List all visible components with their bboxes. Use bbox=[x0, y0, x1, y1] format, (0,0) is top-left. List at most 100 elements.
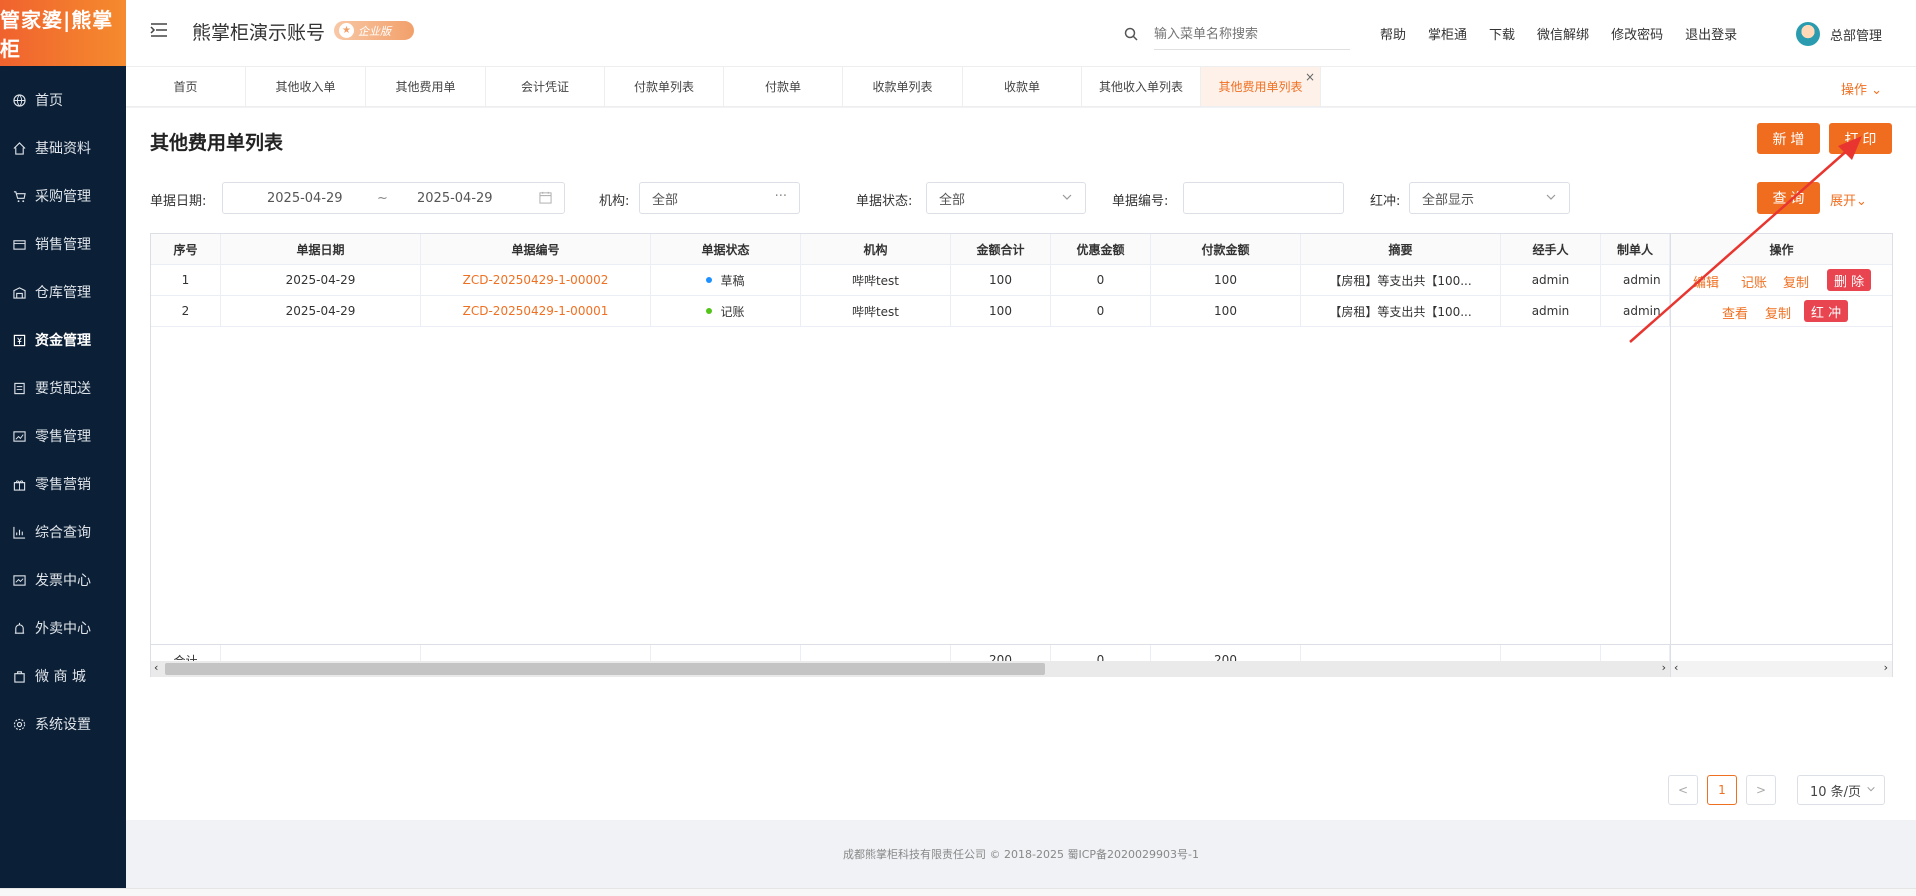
org-select[interactable]: 全部 ··· bbox=[639, 182, 800, 214]
view-link[interactable]: 查看 bbox=[1722, 303, 1748, 322]
sidebar-item-label: 外卖中心 bbox=[35, 621, 91, 637]
help-link[interactable]: 帮助 bbox=[1380, 24, 1406, 43]
menu-toggle-icon[interactable] bbox=[150, 22, 168, 42]
date-range-picker[interactable]: 2025-04-29 ~ 2025-04-29 bbox=[222, 182, 565, 214]
sidebar-item-invoice[interactable]: 发票中心 bbox=[0, 556, 126, 604]
close-icon[interactable]: × bbox=[1305, 70, 1315, 84]
sidebar-nav: 首页 基础资料 采购管理 销售管理 仓库管理 资金管理 要货配送 零售管理 零售… bbox=[0, 76, 126, 748]
ops-row: 查看 复制 红 冲 bbox=[1671, 296, 1892, 327]
download-link[interactable]: 下载 bbox=[1489, 24, 1515, 43]
logout-link[interactable]: 退出登录 bbox=[1685, 24, 1737, 43]
table-row[interactable]: 1 2025-04-29 ZCD-20250429-1-00002 草稿 哔哔t… bbox=[151, 265, 1670, 296]
sidebar-item-warehouse[interactable]: 仓库管理 bbox=[0, 268, 126, 316]
delete-button[interactable]: 删 除 bbox=[1827, 269, 1872, 291]
sidebar-item-delivery[interactable]: 要货配送 bbox=[0, 364, 126, 412]
tab-home[interactable]: 首页 bbox=[126, 67, 246, 106]
sidebar-item-marketing[interactable]: 零售营销 bbox=[0, 460, 126, 508]
date-label: 单据日期: bbox=[150, 194, 207, 209]
tab-operate-menu[interactable]: 操作 ⌄ bbox=[1841, 79, 1882, 98]
sidebar-item-retail[interactable]: 零售管理 bbox=[0, 412, 126, 460]
scrollbar-thumb[interactable] bbox=[165, 663, 1045, 675]
cell-seq: 1 bbox=[151, 265, 221, 295]
sidebar-item-sales[interactable]: 销售管理 bbox=[0, 220, 126, 268]
header-links: 帮助 掌柜通 下载 微信解绑 修改密码 退出登录 bbox=[1380, 24, 1759, 43]
tab-receipt[interactable]: 收款单 bbox=[963, 67, 1082, 106]
ops-scrollbar[interactable]: ‹ › bbox=[1671, 661, 1892, 677]
ops-summary-cell bbox=[1671, 644, 1893, 661]
status-value: 全部 bbox=[939, 192, 966, 208]
document-number-link[interactable]: ZCD-20250429-1-00002 bbox=[421, 265, 651, 295]
cell-discount: 0 bbox=[1051, 296, 1151, 326]
red-flush-button[interactable]: 红 冲 bbox=[1804, 300, 1849, 322]
post-link[interactable]: 记账 bbox=[1741, 272, 1767, 291]
zhanggui-link[interactable]: 掌柜通 bbox=[1428, 24, 1467, 43]
brand-logo: 管家婆|熊掌柜 bbox=[0, 0, 126, 66]
sidebar-item-query[interactable]: 综合查询 bbox=[0, 508, 126, 556]
tab-other-expense-list[interactable]: 其他费用单列表 × bbox=[1201, 67, 1321, 106]
menu-search-input[interactable] bbox=[1154, 20, 1350, 50]
sidebar-item-mall[interactable]: 微 商 城 bbox=[0, 652, 126, 700]
horizontal-scrollbar[interactable]: ‹ › bbox=[151, 661, 1670, 677]
tab-voucher[interactable]: 会计凭证 bbox=[486, 67, 605, 106]
cell-maker: admin bbox=[1601, 296, 1670, 326]
takeout-icon bbox=[12, 621, 26, 635]
redflush-select[interactable]: 全部显示 bbox=[1409, 182, 1570, 214]
copy-link[interactable]: 复制 bbox=[1765, 303, 1791, 322]
cell-paid: 100 bbox=[1151, 265, 1301, 295]
date-separator: ~ bbox=[377, 190, 388, 206]
edition-label: 企业版 bbox=[358, 24, 391, 38]
tab-label: 收款单列表 bbox=[872, 80, 933, 94]
tab-other-income[interactable]: 其他收入单 bbox=[246, 67, 366, 106]
prev-page-button[interactable]: < bbox=[1668, 775, 1698, 805]
chevron-down-icon: ⌄ bbox=[1856, 194, 1867, 209]
document-number-link[interactable]: ZCD-20250429-1-00001 bbox=[421, 296, 651, 326]
chevron-down-icon bbox=[1061, 191, 1073, 207]
col-operations: 操作 bbox=[1671, 234, 1892, 265]
page-1-button[interactable]: 1 bbox=[1707, 775, 1737, 805]
expense-table: 序号 单据日期 单据编号 单据状态 机构 金额合计 优惠金额 付款金额 摘要 经… bbox=[150, 233, 1893, 677]
tab-other-expense[interactable]: 其他费用单 bbox=[366, 67, 486, 106]
next-page-button[interactable]: > bbox=[1746, 775, 1776, 805]
sidebar-item-settings[interactable]: 系统设置 bbox=[0, 700, 126, 748]
cell-total: 100 bbox=[951, 296, 1051, 326]
col-paid: 付款金额 bbox=[1151, 234, 1301, 264]
sidebar-item-funds[interactable]: 资金管理 bbox=[0, 316, 126, 364]
scroll-right-icon[interactable]: › bbox=[1884, 661, 1888, 674]
wechat-unbind-link[interactable]: 微信解绑 bbox=[1537, 24, 1589, 43]
expand-label: 展开 bbox=[1830, 194, 1857, 209]
sidebar-item-takeout[interactable]: 外卖中心 bbox=[0, 604, 126, 652]
sidebar: 管家婆|熊掌柜 首页 基础资料 采购管理 销售管理 仓库管理 资金管理 要货配送… bbox=[0, 0, 126, 888]
tab-payment[interactable]: 付款单 bbox=[724, 67, 843, 106]
sidebar-item-purchase[interactable]: 采购管理 bbox=[0, 172, 126, 220]
expand-toggle[interactable]: 展开⌄ bbox=[1830, 190, 1867, 209]
scroll-left-icon[interactable]: ‹ bbox=[1674, 661, 1678, 674]
status-select[interactable]: 全部 bbox=[926, 182, 1086, 214]
scroll-left-icon[interactable]: ‹ bbox=[154, 661, 158, 674]
number-input[interactable] bbox=[1183, 182, 1344, 214]
tab-payment-list[interactable]: 付款单列表 bbox=[605, 67, 724, 106]
add-button[interactable]: 新 增 bbox=[1757, 123, 1820, 154]
print-button[interactable]: 打 印 bbox=[1829, 123, 1892, 154]
sidebar-item-home[interactable]: 首页 bbox=[0, 76, 126, 124]
query-button[interactable]: 查 询 bbox=[1757, 182, 1820, 214]
change-password-link[interactable]: 修改密码 bbox=[1611, 24, 1663, 43]
retail-icon bbox=[12, 429, 26, 443]
tab-receipt-list[interactable]: 收款单列表 bbox=[843, 67, 963, 106]
col-status: 单据状态 bbox=[651, 234, 801, 264]
copy-link[interactable]: 复制 bbox=[1783, 272, 1809, 291]
sidebar-item-label: 综合查询 bbox=[35, 525, 91, 541]
scroll-right-icon[interactable]: › bbox=[1662, 661, 1666, 674]
ops-row: 编辑 记账 复制 删 除 bbox=[1671, 265, 1892, 296]
table-row[interactable]: 2 2025-04-29 ZCD-20250429-1-00001 记账 哔哔t… bbox=[151, 296, 1670, 327]
user-menu[interactable]: 总部管理 bbox=[1796, 22, 1882, 46]
edit-link[interactable]: 编辑 bbox=[1693, 272, 1719, 291]
col-number: 单据编号 bbox=[421, 234, 651, 264]
col-discount: 优惠金额 bbox=[1051, 234, 1151, 264]
tab-other-income-list[interactable]: 其他收入单列表 bbox=[1082, 67, 1201, 106]
shop-icon bbox=[12, 669, 26, 683]
page-size-select[interactable]: 10 条/页 bbox=[1797, 775, 1885, 805]
sidebar-item-basic-data[interactable]: 基础资料 bbox=[0, 124, 126, 172]
sidebar-item-label: 零售管理 bbox=[35, 429, 91, 445]
col-summary: 摘要 bbox=[1301, 234, 1501, 264]
cell-summary: 【房租】等支出共【100... bbox=[1301, 296, 1501, 326]
